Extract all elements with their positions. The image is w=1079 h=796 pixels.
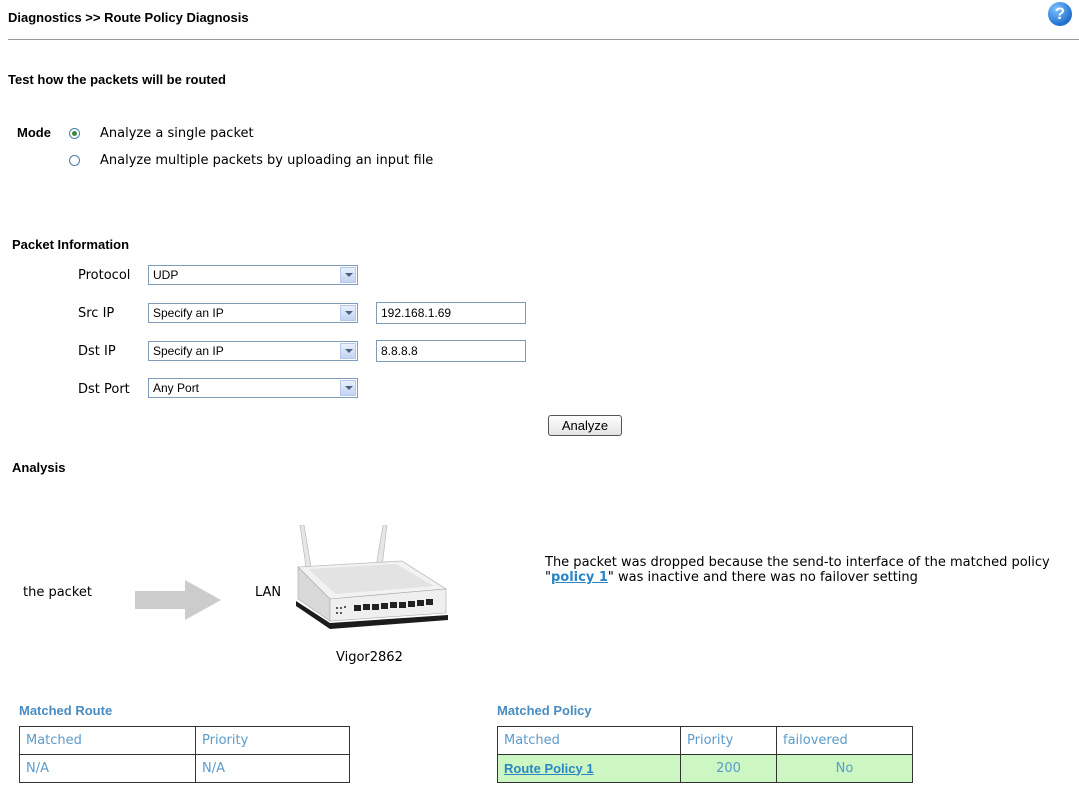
- analysis-title: Analysis: [12, 460, 66, 475]
- chevron-down-icon: [340, 267, 356, 283]
- router-model-label: Vigor2862: [336, 650, 403, 665]
- cell-failovered: No: [776, 754, 913, 783]
- table-row: N/A N/A: [19, 754, 350, 783]
- policy-link[interactable]: policy 1: [551, 570, 608, 585]
- dst-port-label: Dst Port: [78, 382, 130, 397]
- route-policy-link[interactable]: Route Policy 1: [504, 761, 594, 776]
- dst-ip-select[interactable]: Specify an IP: [148, 341, 358, 361]
- matched-route-table: Matched Priority N/A N/A: [19, 726, 350, 783]
- router-image: [296, 525, 448, 629]
- analyze-button[interactable]: Analyze: [548, 415, 622, 436]
- protocol-select-value: UDP: [153, 268, 179, 282]
- src-ip-select-value: Specify an IP: [153, 306, 224, 320]
- protocol-select[interactable]: UDP: [148, 265, 358, 285]
- dst-port-select[interactable]: Any Port: [148, 378, 358, 398]
- src-ip-label: Src IP: [78, 306, 115, 321]
- dst-ip-input[interactable]: [376, 340, 526, 362]
- matched-policy-title: Matched Policy: [497, 703, 592, 718]
- column-header-matched: Matched: [497, 726, 681, 755]
- column-header-priority: Priority: [195, 726, 350, 755]
- right-arrow-icon: [135, 580, 221, 620]
- chevron-down-icon: [340, 343, 356, 359]
- mode-single-label[interactable]: Analyze a single packet: [100, 126, 254, 141]
- mode-multiple-label[interactable]: Analyze multiple packets by uploading an…: [100, 153, 433, 168]
- mode-multiple-radio[interactable]: [69, 155, 80, 166]
- cell-priority: 200: [680, 754, 777, 783]
- page-title: Diagnostics >> Route Policy Diagnosis: [8, 10, 249, 25]
- cell-priority: N/A: [195, 754, 350, 783]
- packet-label: the packet: [23, 585, 92, 600]
- analysis-message: The packet was dropped because the send-…: [545, 555, 1065, 585]
- column-header-failovered: failovered: [776, 726, 913, 755]
- section-title-test: Test how the packets will be routed: [8, 72, 226, 87]
- packet-information-title: Packet Information: [12, 237, 130, 252]
- cell-matched: Route Policy 1: [497, 754, 681, 783]
- analysis-message-text-end: " was inactive and there was no failover…: [607, 570, 918, 585]
- dst-port-select-value: Any Port: [153, 381, 200, 395]
- chevron-down-icon: [340, 380, 356, 396]
- cell-matched: N/A: [19, 754, 196, 783]
- help-icon[interactable]: ?: [1048, 2, 1072, 26]
- column-header-matched: Matched: [19, 726, 196, 755]
- dst-ip-label: Dst IP: [78, 344, 116, 359]
- table-row: Route Policy 1 200 No: [497, 754, 913, 783]
- mode-single-radio[interactable]: [69, 128, 80, 139]
- column-header-priority: Priority: [680, 726, 777, 755]
- chevron-down-icon: [340, 305, 356, 321]
- table-header-row: Matched Priority failovered: [497, 726, 913, 755]
- matched-policy-table: Matched Priority failovered Route Policy…: [497, 726, 913, 783]
- dst-ip-select-value: Specify an IP: [153, 344, 224, 358]
- lan-label: LAN: [255, 585, 282, 600]
- src-ip-select[interactable]: Specify an IP: [148, 303, 358, 323]
- table-header-row: Matched Priority: [19, 726, 350, 755]
- header-divider: [8, 39, 1079, 40]
- matched-route-title: Matched Route: [19, 703, 113, 718]
- mode-label: Mode: [17, 125, 51, 140]
- src-ip-input[interactable]: [376, 302, 526, 324]
- protocol-label: Protocol: [78, 268, 131, 283]
